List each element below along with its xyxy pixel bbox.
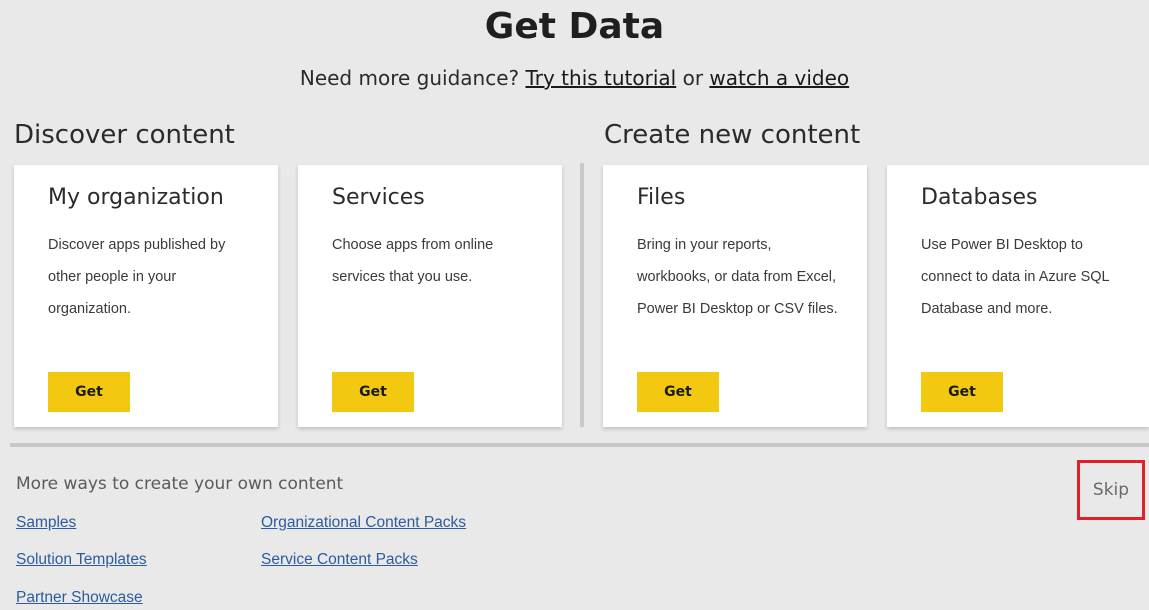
samples-link[interactable]: Samples (16, 513, 76, 533)
card-files: Files Bring in your reports, workbooks, … (603, 165, 867, 427)
get-my-organization-button[interactable]: Get (48, 372, 130, 412)
more-ways-heading: More ways to create your own content (16, 474, 344, 494)
video-link[interactable]: watch a video (709, 66, 849, 90)
guidance-prefix: Need more guidance? (299, 66, 520, 90)
card-title: Databases (921, 185, 1038, 210)
card-description: Discover apps published by other people … (48, 237, 226, 317)
card-my-organization: My organization Discover apps published … (14, 165, 278, 427)
card-title: Services (332, 185, 425, 210)
card-description: Choose apps from online services that yo… (332, 237, 494, 285)
solution-templates-link[interactable]: Solution Templates (16, 550, 147, 570)
create-content-heading: Create new content (604, 120, 861, 150)
card-databases: Databases Use Power BI Desktop to connec… (887, 165, 1149, 427)
card-description: Use Power BI Desktop to connect to data … (921, 237, 1110, 317)
skip-button[interactable]: Skip (1077, 460, 1145, 520)
guidance-or: or (682, 66, 704, 90)
get-databases-button[interactable]: Get (921, 372, 1003, 412)
tutorial-link[interactable]: Try this tutorial (525, 66, 676, 90)
organizational-content-packs-link[interactable]: Organizational Content Packs (261, 513, 466, 533)
card-description: Bring in your reports, workbooks, or dat… (637, 237, 838, 317)
section-divider (580, 163, 584, 427)
card-title: My organization (48, 185, 224, 210)
card-title: Files (637, 185, 686, 210)
horizontal-divider (10, 443, 1149, 447)
get-files-button[interactable]: Get (637, 372, 719, 412)
discover-content-heading: Discover content (14, 120, 235, 150)
service-content-packs-link[interactable]: Service Content Packs (261, 550, 418, 570)
partner-showcase-link[interactable]: Partner Showcase (16, 588, 143, 608)
page-title: Get Data (484, 6, 665, 47)
card-services: Services Choose apps from online service… (298, 165, 562, 427)
guidance-line: Need more guidance? Try this tutorial or… (0, 64, 1149, 92)
get-services-button[interactable]: Get (332, 372, 414, 412)
